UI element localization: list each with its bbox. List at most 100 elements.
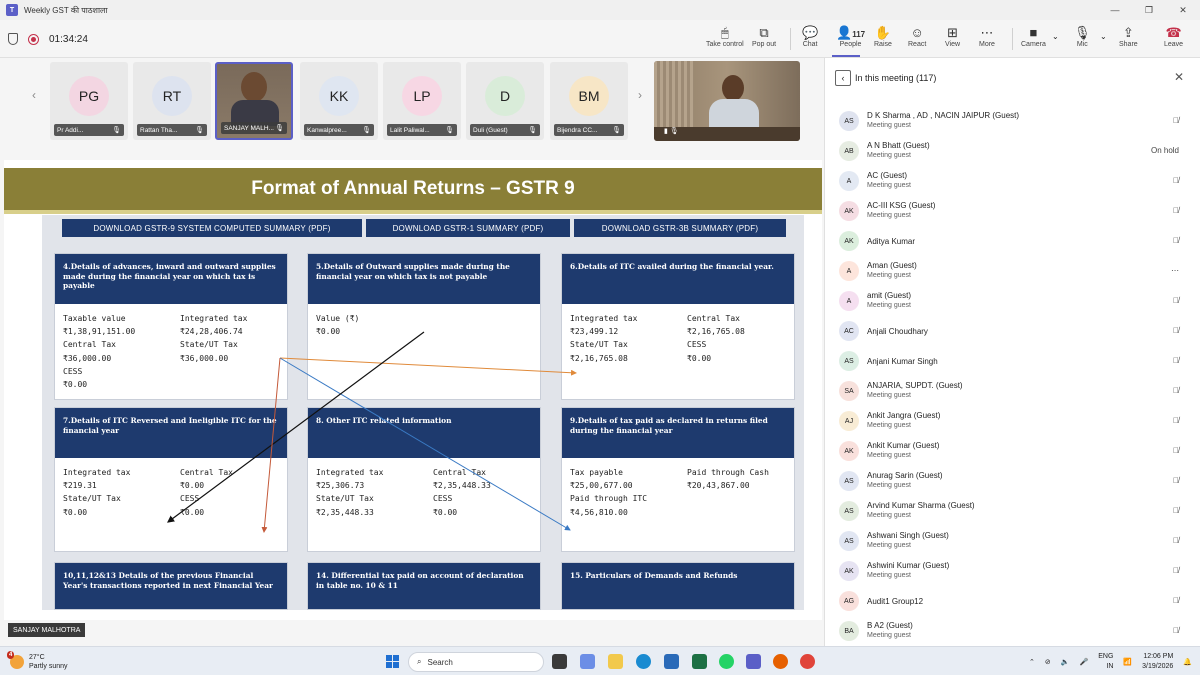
share-icon: ⇪ xyxy=(1122,25,1134,40)
teams-icon[interactable] xyxy=(746,654,761,669)
blue-arrow xyxy=(279,357,571,531)
participant-row[interactable]: SA ANJARIA, SUPDT. (Guest) Meeting guest 🎙̸ xyxy=(837,378,1189,406)
participant-tile[interactable]: RT Rattan Tha... 🎙 xyxy=(133,62,211,140)
windows-taskbar: 4 27°C Partly sunny ⌕ Search ⌃ ⊘ 🔈 🎤 ENG IN… xyxy=(0,646,1200,675)
close-panel-icon[interactable]: ✕ xyxy=(1174,70,1184,84)
store-icon[interactable] xyxy=(664,654,679,669)
more-options-icon[interactable]: ⋯ xyxy=(1171,266,1179,275)
notification-bell-icon[interactable]: 🔔 xyxy=(1183,658,1192,666)
mic-off-icon: 🎙̸ xyxy=(1173,566,1179,575)
participant-row[interactable]: AK Ankit Kumar (Guest) Meeting guest 🎙̸ xyxy=(837,438,1189,466)
meeting-timer: 01:34:24 xyxy=(49,33,88,45)
participant-row[interactable]: AS Anurag Sarin (Guest) Meeting guest 🎙̸ xyxy=(837,468,1189,496)
strip-prev-arrow-icon[interactable]: ‹ xyxy=(32,88,36,102)
participant-row[interactable]: AK Aditya Kumar 🎙̸ xyxy=(837,228,1189,256)
clock[interactable]: 12:06 PM 3/19/2026 xyxy=(1142,652,1173,672)
close-window-button[interactable]: ✕ xyxy=(1166,0,1200,20)
take-control-icon: 🖱 xyxy=(720,25,729,40)
participant-row[interactable]: AK AC-III KSG (Guest) Meeting guest 🎙̸ xyxy=(837,198,1189,226)
avatar: BA xyxy=(839,621,859,641)
task-view-icon[interactable] xyxy=(552,654,567,669)
leave-button[interactable]: ☎ Leave xyxy=(1164,24,1183,56)
view-button[interactable]: ⊞ View xyxy=(945,24,960,56)
participant-row[interactable]: AS D K Sharma , AD , NACIN JAIPUR (Guest)… xyxy=(837,108,1189,136)
participant-tile[interactable]: KK Kanwalpree... 🎙 xyxy=(300,62,378,140)
copilot-icon[interactable] xyxy=(580,654,595,669)
participant-tile[interactable]: PG Pr Addi... 🎙 xyxy=(50,62,128,140)
mic-off-icon: 🎙̸ xyxy=(1173,506,1179,515)
start-button[interactable] xyxy=(386,655,399,668)
participant-row[interactable]: A AC (Guest) Meeting guest 🎙̸ xyxy=(837,168,1189,196)
react-button[interactable]: ☺ React xyxy=(908,24,926,56)
camera-options-chevron-icon[interactable]: ⌄ xyxy=(1052,32,1059,41)
avatar: PG xyxy=(69,76,109,116)
chat-icon: 💬 xyxy=(802,25,819,40)
participant-row[interactable]: AC Anjali Choudhary 🎙̸ xyxy=(837,318,1189,346)
participant-video-large[interactable]: ▮ 🎙 xyxy=(654,61,800,141)
grid-icon: ⊞ xyxy=(947,25,958,40)
participant-row[interactable]: AG Audit1 Group12 🎙̸ xyxy=(837,588,1189,616)
language-indicator[interactable]: ENG IN xyxy=(1098,652,1113,672)
phone-hangup-icon: ☎ xyxy=(1165,25,1182,40)
participant-row[interactable]: AS Arvind Kumar Sharma (Guest) Meeting gue… xyxy=(837,498,1189,526)
mic-icon[interactable]: 🎤 xyxy=(1080,658,1089,666)
wifi-icon[interactable]: 📶 xyxy=(1123,658,1132,666)
file-explorer-icon[interactable] xyxy=(608,654,623,669)
chrome-icon[interactable] xyxy=(800,654,815,669)
participant-row[interactable]: AK Ashwini Kumar (Guest) Meeting guest 🎙̸ xyxy=(837,558,1189,586)
orange-arrow xyxy=(279,357,577,376)
participant-row[interactable]: AS Anjani Kumar Singh 🎙̸ xyxy=(837,348,1189,376)
speaker-icon[interactable]: 🔈 xyxy=(1061,658,1070,666)
avatar: AC xyxy=(839,321,859,341)
mic-off-icon: 🎙̸ xyxy=(1173,176,1179,185)
panel-header: In this meeting (117) xyxy=(855,73,937,83)
avatar: AS xyxy=(839,501,859,521)
people-button[interactable]: 👤117 People xyxy=(836,24,865,56)
pop-out-button[interactable]: ⧉ Pop out xyxy=(752,24,776,56)
avatar: AK xyxy=(839,441,859,461)
camera-button[interactable]: ■ Camera xyxy=(1021,24,1046,56)
avatar: AS xyxy=(839,111,859,131)
avatar: AS xyxy=(839,351,859,371)
minimize-button[interactable]: — xyxy=(1098,0,1132,20)
excel-icon[interactable] xyxy=(692,654,707,669)
shield-icon[interactable] xyxy=(8,33,18,45)
share-button[interactable]: ⇪ Share xyxy=(1119,24,1138,56)
mic-options-chevron-icon[interactable]: ⌄ xyxy=(1100,32,1107,41)
people-panel: ‹ In this meeting (117) ✕ AS D K Sharma ,… xyxy=(824,58,1200,646)
mic-off-icon: 🎙̸ xyxy=(1173,206,1179,215)
participant-row[interactable]: BA B A2 (Guest) Meeting guest 🎙̸ xyxy=(837,618,1189,646)
participant-tile[interactable]: BM Bijendra CC... 🎙 xyxy=(550,62,628,140)
mic-off-icon: 🎙̸ xyxy=(1173,416,1179,425)
mic-off-icon: 🎙̸ xyxy=(1173,476,1179,485)
network-icon[interactable]: ⊘ xyxy=(1045,658,1051,666)
participant-tile[interactable]: D Duli (Guest) 🎙 xyxy=(466,62,544,140)
taskbar-search[interactable]: ⌕ Search xyxy=(408,652,544,672)
firefox-icon[interactable] xyxy=(773,654,788,669)
avatar: A xyxy=(839,261,859,281)
participant-row[interactable]: AJ Ankit Jangra (Guest) Meeting guest 🎙̸ xyxy=(837,408,1189,436)
mic-off-icon: 🎙 xyxy=(445,127,454,134)
chat-button[interactable]: 💬 Chat xyxy=(802,24,818,56)
mic-off-icon: 🎙 xyxy=(528,127,537,134)
weather-widget[interactable]: 4 27°C Partly sunny xyxy=(7,650,68,673)
mic-off-icon: 🎙 xyxy=(1074,25,1091,40)
avatar: AK xyxy=(839,201,859,221)
strip-next-arrow-icon[interactable]: › xyxy=(638,88,642,102)
more-button[interactable]: ⋯ More xyxy=(979,24,995,56)
participant-row[interactable]: Aamit (Guest) Meeting guest 🎙̸ xyxy=(837,288,1189,316)
avatar: A xyxy=(839,291,859,311)
edge-icon[interactable] xyxy=(636,654,651,669)
take-control-button[interactable]: 🖱 Take control xyxy=(706,24,744,56)
chevron-up-icon[interactable]: ⌃ xyxy=(1029,658,1035,666)
restore-button[interactable]: ❐ xyxy=(1132,0,1166,20)
participant-tile-video[interactable]: SANJAY MALH... 🎙 xyxy=(215,62,293,140)
whatsapp-icon[interactable] xyxy=(719,654,734,669)
participant-row[interactable]: A Aman (Guest) Meeting guest ⋯ xyxy=(837,258,1189,286)
mic-button[interactable]: 🎙 Mic xyxy=(1074,24,1091,56)
raise-hand-button[interactable]: ✋ Raise xyxy=(874,24,892,56)
participant-row[interactable]: AB A N Bhatt (Guest) Meeting guest On hold xyxy=(837,138,1189,166)
participant-tile[interactable]: LP Lalit Paliwal... 🎙 xyxy=(383,62,461,140)
participant-row[interactable]: AS Ashwani Singh (Guest) Meeting guest 🎙̸ xyxy=(837,528,1189,556)
back-arrow-icon[interactable]: ‹ xyxy=(835,70,851,86)
